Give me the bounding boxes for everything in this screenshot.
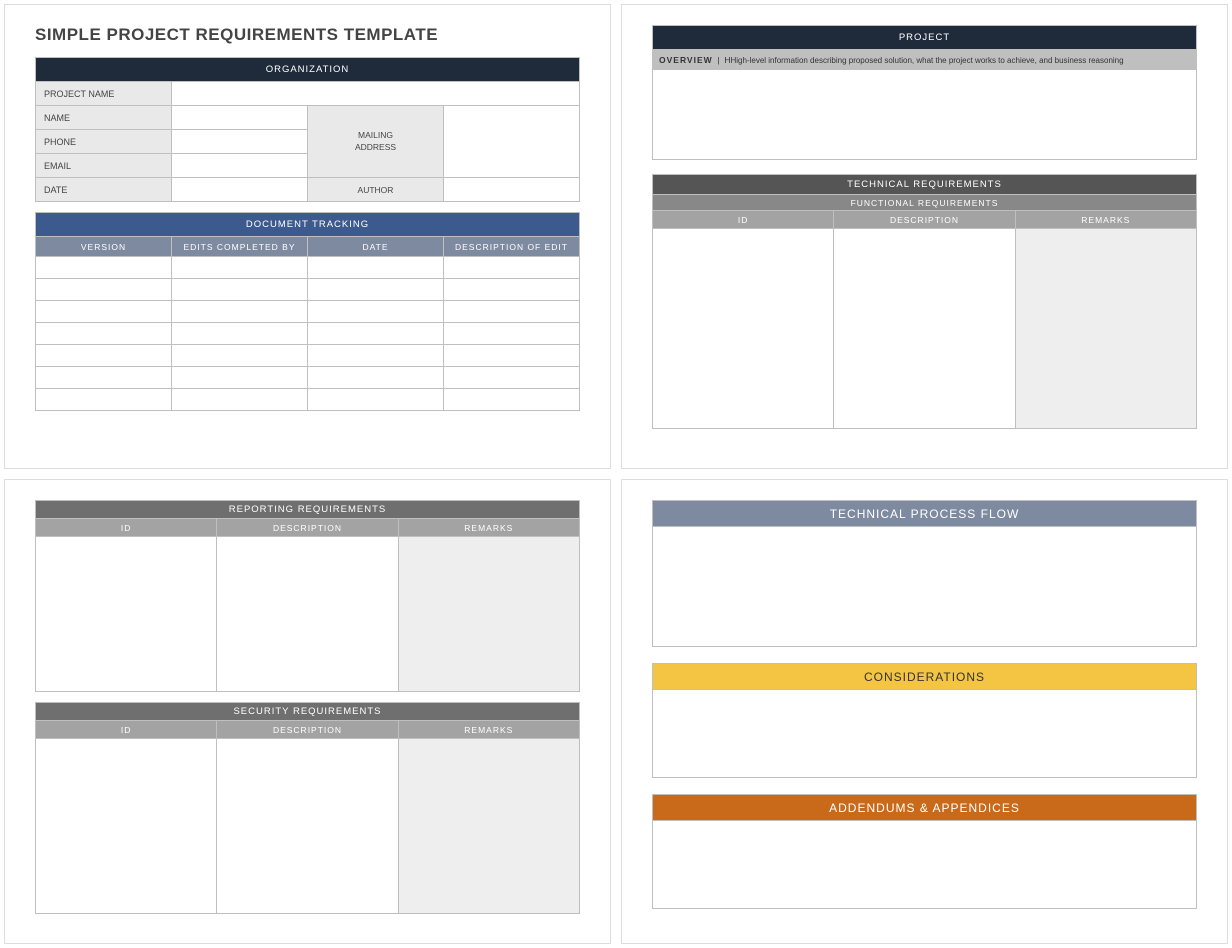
reporting-table: REPORTING REQUIREMENTS ID DESCRIPTION RE… (35, 500, 580, 692)
lbl-mailing-address: MAILINGADDRESS (308, 106, 444, 178)
flow-table: TECHNICAL PROCESS FLOW (652, 500, 1197, 647)
overview-area[interactable] (653, 70, 1197, 160)
val-phone[interactable] (172, 130, 308, 154)
panel-project-tech: PROJECT OVERVIEW | HHigh-level informati… (621, 4, 1228, 469)
val-author[interactable] (444, 178, 580, 202)
document-tracking-table: DOCUMENT TRACKING VERSION EDITS COMPLETE… (35, 212, 580, 411)
lbl-email: EMAIL (36, 154, 172, 178)
security-remarks-area[interactable] (398, 739, 579, 914)
page-title: SIMPLE PROJECT REQUIREMENTS TEMPLATE (35, 25, 580, 45)
col-desc: DESCRIPTION (834, 211, 1015, 229)
col-remarks: REMARKS (398, 721, 579, 739)
val-name[interactable] (172, 106, 308, 130)
document-tracking-header: DOCUMENT TRACKING (36, 213, 580, 237)
val-date[interactable] (172, 178, 308, 202)
tech-id-area[interactable] (653, 229, 834, 429)
val-project-name[interactable] (172, 82, 580, 106)
col-desc: DESCRIPTION (217, 519, 398, 537)
col-version: VERSION (36, 237, 172, 257)
addendums-area[interactable] (653, 821, 1197, 909)
addendums-table: ADDENDUMS & APPENDICES (652, 794, 1197, 909)
flow-area[interactable] (653, 527, 1197, 647)
col-id: ID (36, 721, 217, 739)
reporting-header: REPORTING REQUIREMENTS (36, 501, 580, 519)
security-desc-area[interactable] (217, 739, 398, 914)
col-remarks: REMARKS (398, 519, 579, 537)
organization-header: ORGANIZATION (36, 58, 580, 82)
security-header: SECURITY REQUIREMENTS (36, 703, 580, 721)
val-mailing-address[interactable] (444, 106, 580, 178)
addendums-header: ADDENDUMS & APPENDICES (653, 795, 1197, 821)
tech-req-table: TECHNICAL REQUIREMENTS FUNCTIONAL REQUIR… (652, 174, 1197, 429)
security-table: SECURITY REQUIREMENTS ID DESCRIPTION REM… (35, 702, 580, 914)
reporting-desc-area[interactable] (217, 537, 398, 692)
table-cell[interactable] (36, 257, 172, 279)
considerations-table: CONSIDERATIONS (652, 663, 1197, 778)
reporting-remarks-area[interactable] (398, 537, 579, 692)
considerations-area[interactable] (653, 690, 1197, 778)
overview-hint: OVERVIEW | HHigh-level information descr… (653, 50, 1197, 70)
considerations-header: CONSIDERATIONS (653, 664, 1197, 690)
col-desc: DESCRIPTION (217, 721, 398, 739)
col-desc: DESCRIPTION OF EDIT (444, 237, 580, 257)
panel-reporting-security: REPORTING REQUIREMENTS ID DESCRIPTION RE… (4, 479, 611, 944)
col-date: DATE (308, 237, 444, 257)
tech-desc-area[interactable] (834, 229, 1015, 429)
func-req-header: FUNCTIONAL REQUIREMENTS (653, 195, 1197, 211)
tech-remarks-area[interactable] (1015, 229, 1196, 429)
panel-flow-considerations-addendums: TECHNICAL PROCESS FLOW CONSIDERATIONS AD… (621, 479, 1228, 944)
project-header: PROJECT (653, 26, 1197, 50)
lbl-date: DATE (36, 178, 172, 202)
col-edits-by: EDITS COMPLETED BY (172, 237, 308, 257)
col-remarks: REMARKS (1015, 211, 1196, 229)
col-id: ID (653, 211, 834, 229)
lbl-phone: PHONE (36, 130, 172, 154)
tech-req-header: TECHNICAL REQUIREMENTS (653, 175, 1197, 195)
security-id-area[interactable] (36, 739, 217, 914)
lbl-project-name: PROJECT NAME (36, 82, 172, 106)
val-email[interactable] (172, 154, 308, 178)
reporting-id-area[interactable] (36, 537, 217, 692)
col-id: ID (36, 519, 217, 537)
lbl-name: NAME (36, 106, 172, 130)
flow-header: TECHNICAL PROCESS FLOW (653, 501, 1197, 527)
lbl-author: AUTHOR (308, 178, 444, 202)
project-table: PROJECT OVERVIEW | HHigh-level informati… (652, 25, 1197, 160)
panel-org-tracking: SIMPLE PROJECT REQUIREMENTS TEMPLATE ORG… (4, 4, 611, 469)
organization-table: ORGANIZATION PROJECT NAME NAME MAILINGAD… (35, 57, 580, 202)
